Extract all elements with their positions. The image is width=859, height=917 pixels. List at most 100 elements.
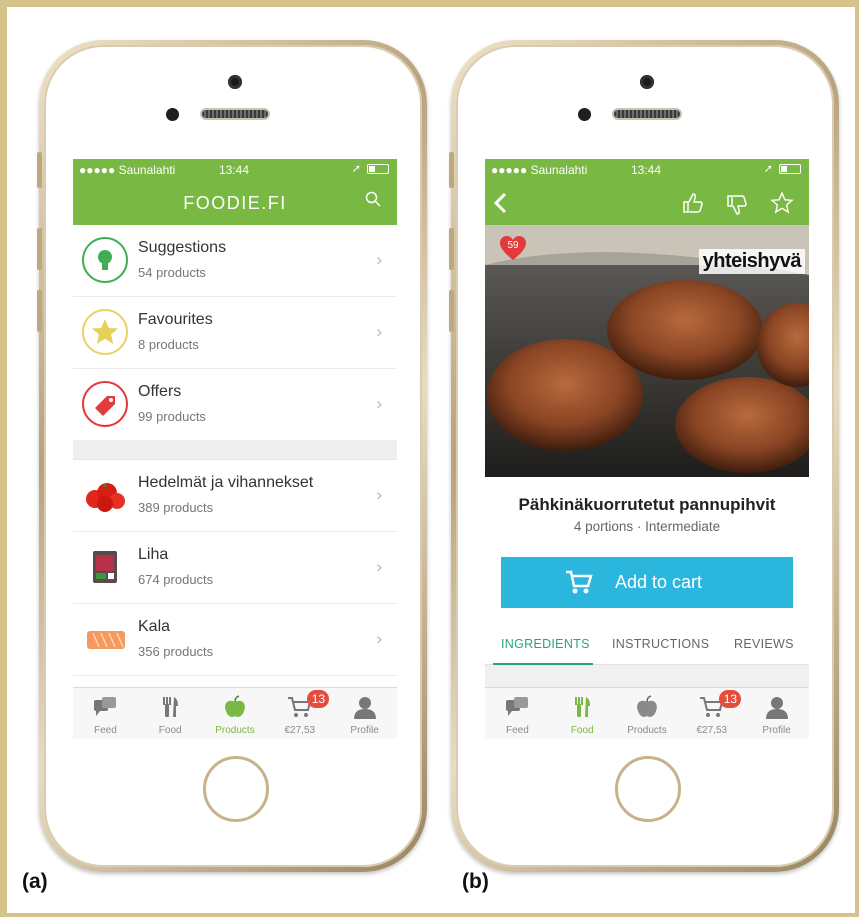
apple-icon [225, 695, 245, 717]
search-icon[interactable] [365, 191, 381, 207]
chevron-right-icon: › [375, 394, 383, 415]
earpiece-speaker [200, 108, 270, 120]
cutlery-icon [163, 697, 179, 717]
cutlery-icon [575, 697, 591, 717]
caption-b: (b) [462, 870, 489, 893]
likes-count: 59 [507, 240, 519, 251]
category-fish[interactable]: Kala 356 products › [73, 604, 397, 676]
category-name: Hedelmät ja vihannekset [138, 474, 314, 491]
list-item-offers[interactable]: Offers 99 products › [73, 369, 397, 441]
tab-products[interactable]: Products [203, 688, 268, 739]
list-item-count: 99 products [138, 409, 206, 424]
app-title: FOODIE.FI [183, 193, 287, 213]
apple-icon [637, 695, 657, 717]
recipe-tabs: INGREDIENTS INSTRUCTIONS REVIEWS [485, 624, 809, 665]
meat-package-icon [93, 551, 117, 583]
cart-icon [566, 570, 593, 594]
add-to-cart-button[interactable]: Add to cart [501, 557, 793, 608]
status-bar: ●●●●● Saunalahti 13:44 ➚ [485, 159, 809, 181]
back-icon[interactable] [493, 192, 507, 214]
tab-label: Products [215, 725, 255, 736]
chevron-right-icon: › [375, 250, 383, 271]
category-meat[interactable]: Liha 674 products › [73, 532, 397, 604]
home-button[interactable] [203, 756, 269, 822]
category-name: Kala [138, 618, 171, 635]
profile-icon [353, 697, 376, 719]
tab-food[interactable]: Food [550, 688, 615, 739]
tomatoes-icon [86, 483, 125, 512]
tab-profile[interactable]: Profile [332, 688, 397, 739]
nav-bar [485, 181, 809, 225]
tab-feed[interactable]: Feed [73, 688, 138, 739]
list-item-name: Suggestions [138, 239, 227, 256]
location-icon: ➚ [351, 163, 361, 175]
clock-label: 13:44 [631, 163, 662, 177]
volume-down-button [37, 290, 42, 332]
carrier-label: ●●●●● Saunalahti [79, 163, 176, 177]
battery-icon [367, 164, 389, 174]
battery-icon [779, 164, 801, 174]
list-item-name: Offers [138, 383, 182, 400]
favourite-star-icon[interactable] [770, 191, 794, 215]
list-item-favourites[interactable]: Favourites 8 products › [73, 297, 397, 369]
tab-profile[interactable]: Profile [744, 688, 809, 739]
mute-switch [449, 152, 454, 188]
recipe-photo: 59 yhteishyvä [485, 225, 809, 477]
list-item-suggestions[interactable]: Suggestions 54 products › [73, 225, 397, 297]
thumbs-down-icon[interactable] [725, 193, 749, 217]
cart-badge: 13 [719, 690, 742, 708]
earpiece-speaker [612, 108, 682, 120]
tab-label: Feed [506, 725, 529, 736]
category-count: 356 products [138, 644, 214, 659]
list-item-name: Favourites [138, 311, 213, 328]
thumbs-up-icon[interactable] [681, 191, 705, 215]
mute-switch [37, 152, 42, 188]
nav-bar: FOODIE.FI [73, 181, 397, 225]
status-bar: ●●●●● Saunalahti 13:44 ➚ [73, 159, 397, 181]
screen-products: ●●●●● Saunalahti 13:44 ➚ FOODIE.FI Sugge… [73, 159, 397, 739]
tab-bar: Feed Food Products 13 €27,53 Profile [73, 687, 397, 739]
lightbulb-icon [82, 237, 128, 283]
tab-reviews[interactable]: REVIEWS [734, 637, 794, 651]
proximity-sensor [166, 108, 179, 121]
tab-instructions[interactable]: INSTRUCTIONS [612, 637, 709, 651]
tab-label: Food [158, 725, 182, 736]
star-icon [82, 309, 128, 355]
tab-food[interactable]: Food [138, 688, 203, 739]
tab-cart[interactable]: 13 €27,53 [679, 688, 744, 739]
clock-label: 13:44 [219, 163, 250, 177]
front-camera-icon [228, 75, 242, 89]
tab-label: Products [627, 725, 667, 736]
chevron-right-icon: › [375, 322, 383, 343]
tab-label: Feed [94, 725, 117, 736]
list-item-count: 54 products [138, 265, 206, 280]
front-camera-icon [640, 75, 654, 89]
add-to-cart-label: Add to cart [615, 572, 703, 592]
category-count: 674 products [138, 572, 214, 587]
volume-up-button [449, 228, 454, 270]
recipe-title: Pähkinäkuorrutetut pannupihvit [518, 495, 776, 514]
volume-down-button [449, 290, 454, 332]
category-name: Liha [138, 546, 169, 563]
feed-icon [506, 697, 529, 716]
chevron-right-icon: › [375, 629, 383, 650]
tab-label: Profile [762, 725, 791, 736]
recipe-meta: 4 portions · Intermediate [573, 519, 721, 534]
tab-products[interactable]: Products [615, 688, 680, 739]
carrier-label: ●●●●● Saunalahti [491, 163, 588, 177]
feed-icon [94, 697, 117, 716]
tab-ingredients[interactable]: INGREDIENTS [501, 637, 590, 651]
tab-bar: Feed Food Products 13 €27,53 Profile [485, 687, 809, 739]
profile-icon [765, 697, 788, 719]
volume-up-button [37, 228, 42, 270]
tab-cart[interactable]: 13 €27,53 [267, 688, 332, 739]
category-fruits-vegetables[interactable]: Hedelmät ja vihannekset 389 products › [73, 460, 397, 532]
proximity-sensor [578, 108, 591, 121]
chevron-right-icon: › [375, 557, 383, 578]
home-button[interactable] [615, 756, 681, 822]
tab-content-area [485, 665, 809, 687]
caption-a: (a) [22, 870, 48, 893]
brand-logo: yhteishyvä [698, 249, 805, 274]
screen-recipe: ●●●●● Saunalahti 13:44 ➚ 59 yhteishyvä P… [485, 159, 809, 739]
tab-feed[interactable]: Feed [485, 688, 550, 739]
